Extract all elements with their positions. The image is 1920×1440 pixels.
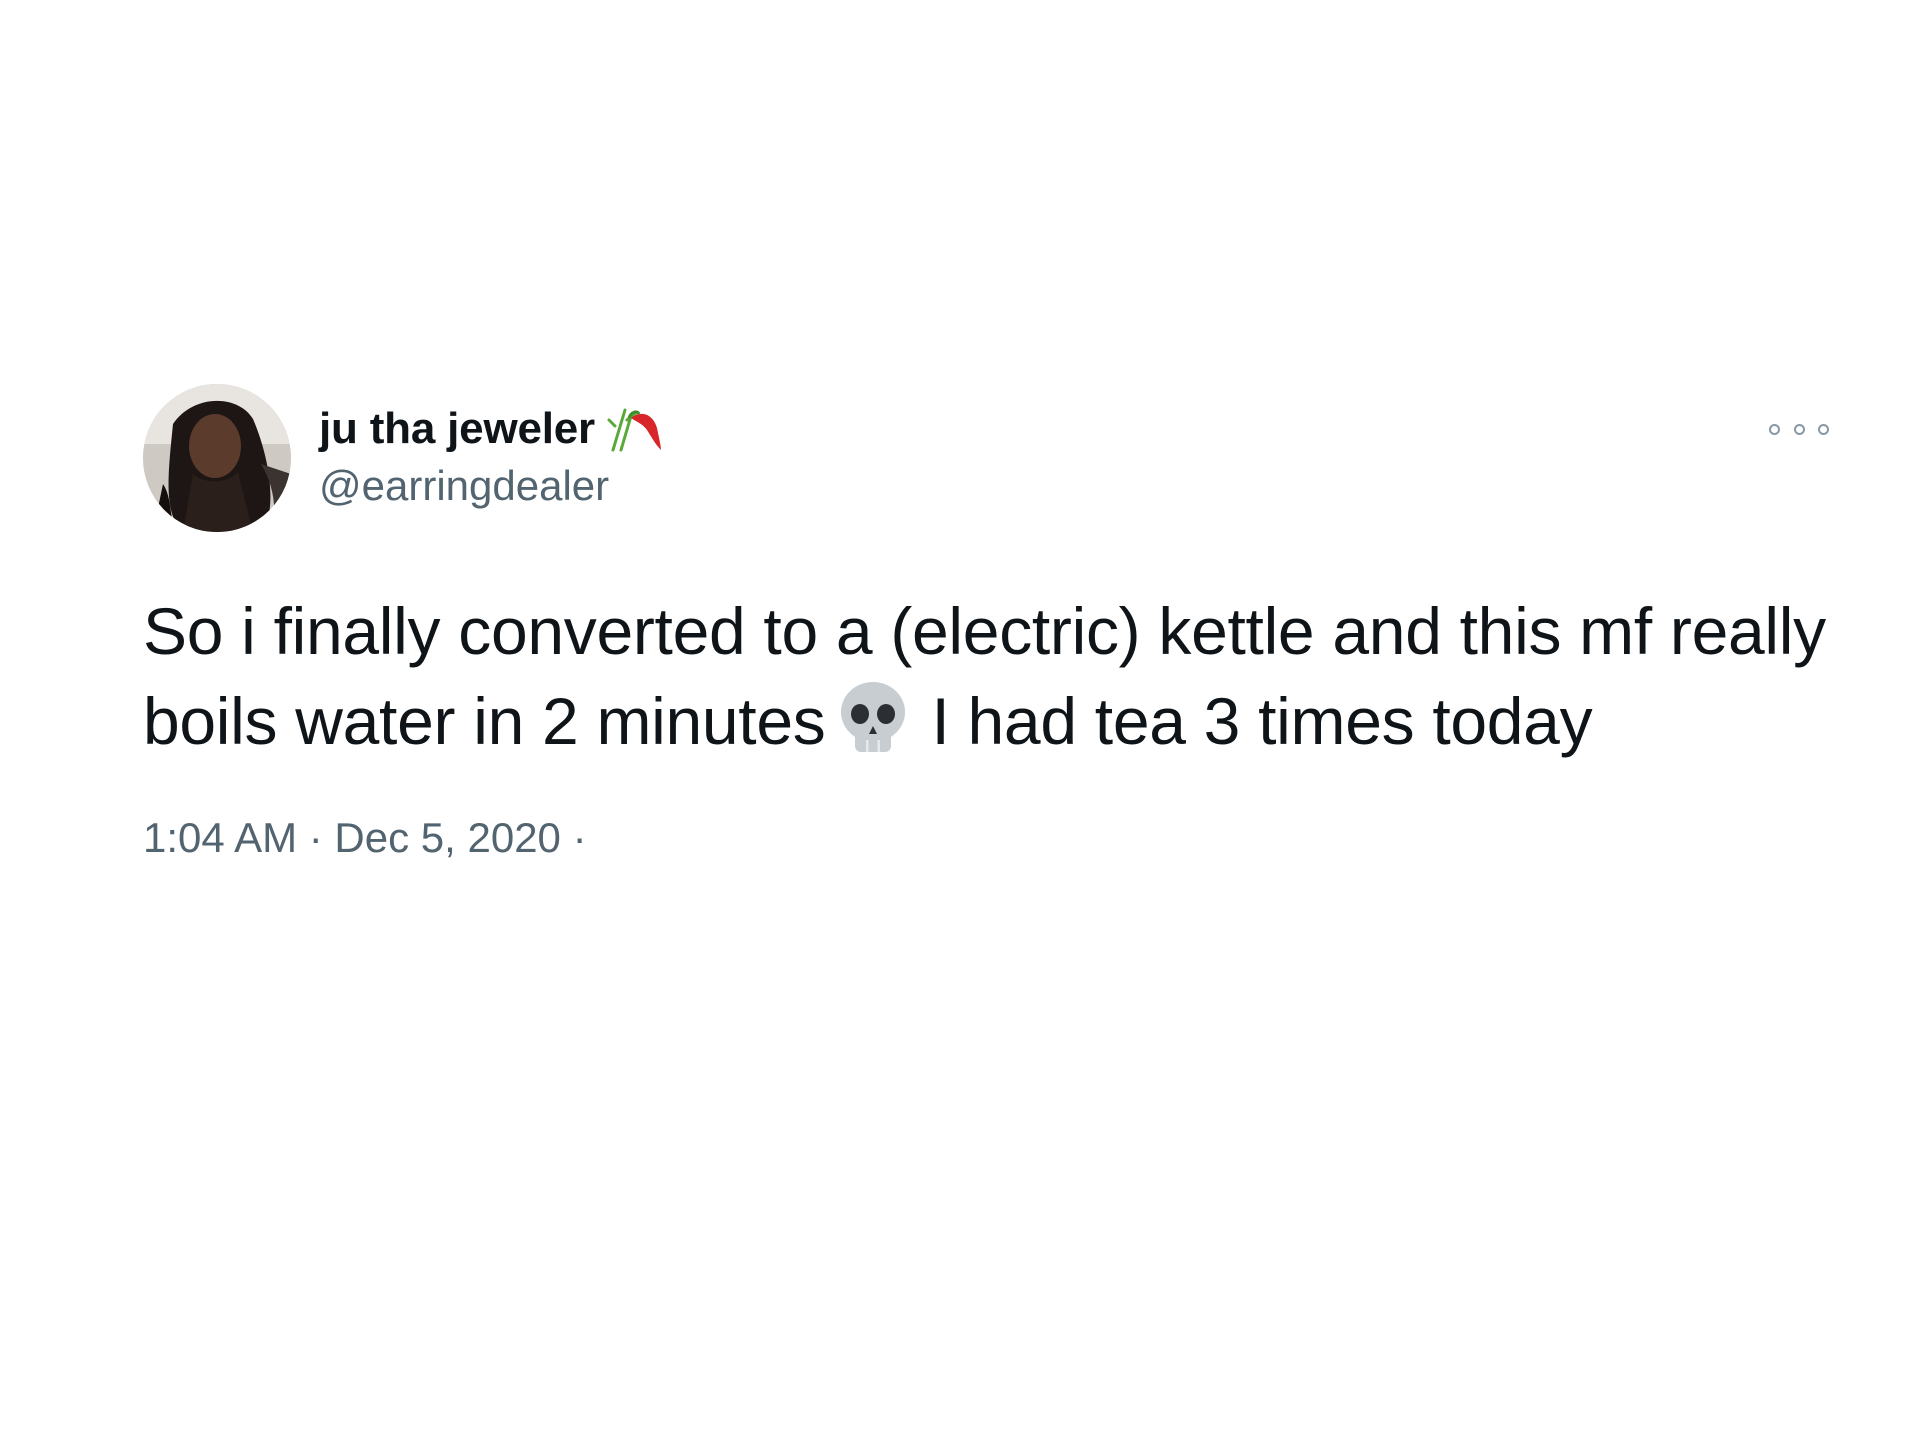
- avatar[interactable]: [143, 384, 291, 532]
- tweet-card: ju tha jeweler @earringdealer So i final…: [143, 384, 1843, 862]
- skull-icon: [833, 678, 913, 758]
- tweet-header: ju tha jeweler @earringdealer: [143, 384, 1843, 536]
- bamboo-chili-emoji-icon: [607, 406, 663, 452]
- display-name[interactable]: ju tha jeweler: [319, 404, 595, 454]
- page: ju tha jeweler @earringdealer So i final…: [0, 0, 1920, 1440]
- more-options-icon[interactable]: [1769, 414, 1829, 444]
- user-handle[interactable]: @earringdealer: [319, 462, 663, 510]
- tweet-timestamp[interactable]: 1:04 AM · Dec 5, 2020 ·: [143, 814, 1843, 862]
- display-name-row: ju tha jeweler: [319, 404, 663, 454]
- tweet-text: So i finally converted to a (electric) k…: [143, 586, 1833, 766]
- more-dot: [1793, 423, 1805, 435]
- user-names: ju tha jeweler @earringdealer: [319, 404, 663, 510]
- more-dot: [1769, 423, 1780, 435]
- more-dot: [1818, 423, 1829, 435]
- tweet-text-part2: I had tea 3 times today: [931, 684, 1593, 758]
